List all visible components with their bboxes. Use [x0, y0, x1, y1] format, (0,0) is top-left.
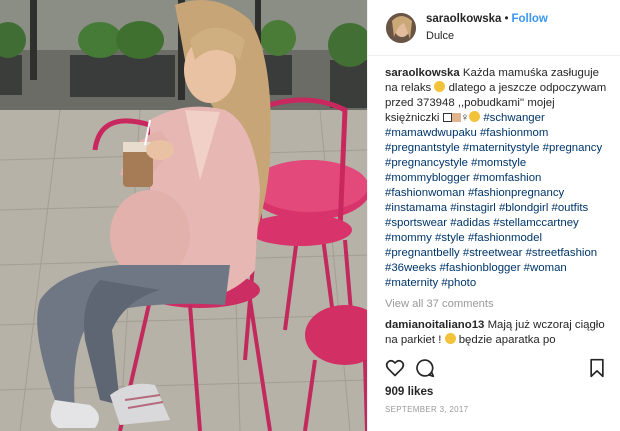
- action-bar: [385, 358, 607, 380]
- comments-section: saraolkowska Każda mamuśka zasługuje na …: [385, 66, 611, 348]
- smile-emoji-icon: [469, 111, 481, 122]
- comment-item: damianoitaliano13 Mają już wczoraj ciągł…: [385, 318, 611, 348]
- comment-text-2: będzie aparatka po: [458, 334, 556, 346]
- caption-hashtags[interactable]: #schwanger #mamawdwupaku #fashionmom #pr…: [385, 112, 602, 289]
- follow-button[interactable]: Follow: [511, 13, 547, 25]
- location-link[interactable]: Dulce: [426, 29, 548, 44]
- skin-tone-emoji-icon: [451, 113, 461, 122]
- heart-icon[interactable]: [385, 358, 405, 383]
- caption-username[interactable]: saraolkowska: [385, 67, 460, 79]
- square-emoji-icon: [442, 113, 452, 122]
- avatar-image: [386, 13, 416, 43]
- likes-count[interactable]: 909 likes: [385, 385, 433, 398]
- header-username[interactable]: saraolkowska: [426, 13, 501, 25]
- caption: saraolkowska Każda mamuśka zasługuje na …: [385, 66, 611, 291]
- avatar[interactable]: [386, 13, 416, 43]
- female-sign-icon: ♀: [460, 112, 470, 124]
- comment-icon[interactable]: [415, 358, 435, 383]
- grin-emoji-icon: [434, 81, 446, 92]
- post-date[interactable]: SEPTEMBER 3, 2017: [385, 405, 468, 414]
- photo-illustration: [0, 0, 367, 431]
- view-all-comments-link[interactable]: View all 37 comments: [385, 297, 611, 312]
- instagram-post: saraolkowska • Follow Dulce saraolkowska K…: [0, 0, 620, 431]
- post-sidebar: saraolkowska • Follow Dulce saraolkowska K…: [367, 0, 620, 431]
- post-header: saraolkowska • Follow Dulce: [368, 0, 620, 56]
- laugh-emoji-icon: [444, 333, 456, 344]
- bookmark-icon[interactable]: [588, 358, 606, 383]
- post-photo[interactable]: [0, 0, 367, 431]
- comment-username[interactable]: damianoitaliano13: [385, 319, 484, 331]
- header-separator: •: [504, 13, 509, 25]
